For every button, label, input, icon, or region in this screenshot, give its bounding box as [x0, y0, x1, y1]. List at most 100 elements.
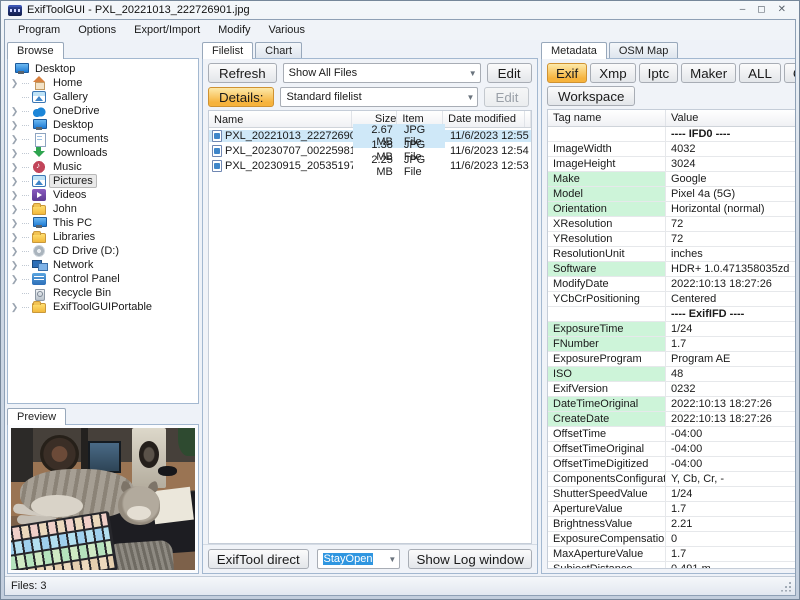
metadata-row[interactable]: Model Pixel 4a (5G)	[548, 187, 795, 202]
exiftool-direct-button[interactable]: ExifTool direct	[208, 549, 309, 569]
tree-item-home[interactable]: ❯ Home	[10, 76, 198, 90]
metadata-row[interactable]: OffsetTime -04:00	[548, 427, 795, 442]
tab-preview[interactable]: Preview	[7, 408, 67, 425]
metadata-row[interactable]: Orientation Horizontal (normal)	[548, 202, 795, 217]
metadata-row[interactable]: ApertureValue 1.7	[548, 502, 795, 517]
metadata-row[interactable]: YCbCrPositioning Centered	[548, 292, 795, 307]
chevron-right-icon[interactable]: ❯	[10, 274, 19, 285]
tree-item-control-panel[interactable]: ❯ Control Panel	[10, 272, 198, 286]
tab-chart[interactable]: Chart	[255, 42, 303, 59]
metadata-filter-xmp[interactable]: Xmp	[590, 63, 636, 83]
metadata-row[interactable]: SubjectDistance0.491 m	[548, 562, 795, 568]
column-value[interactable]: Value	[666, 110, 795, 126]
metadata-filter-all[interactable]: ALL	[739, 63, 781, 83]
metadata-row[interactable]: ComponentsConfigurationY, Cb, Cr, -	[548, 472, 795, 487]
tree-item-music[interactable]: ❯ Music	[10, 160, 198, 174]
tree-item-network[interactable]: ❯ Network	[10, 258, 198, 272]
metadata-row[interactable]: ResolutionUnit inches	[548, 247, 795, 262]
tab-metadata[interactable]: Metadata	[541, 42, 607, 59]
metadata-row[interactable]: ImageWidth 4032	[548, 142, 795, 157]
chevron-right-icon[interactable]: ❯	[10, 190, 19, 201]
metadata-row[interactable]: FNumber 1.7	[548, 337, 795, 352]
tree-item-videos[interactable]: ❯ Videos	[10, 188, 198, 202]
metadata-row[interactable]: ---- IFD0 ----	[548, 127, 795, 142]
tree-item-libraries[interactable]: ❯ Libraries	[10, 230, 198, 244]
chevron-right-icon[interactable]: ❯	[10, 218, 19, 229]
metadata-filter-exif[interactable]: Exif	[547, 63, 588, 83]
tree-item-john[interactable]: ❯ John	[10, 202, 198, 216]
file-filter-combo[interactable]: Show All Files ▼	[282, 63, 481, 83]
menu-item-program[interactable]: Program	[9, 21, 69, 39]
metadata-row[interactable]: ExposureTime 1/24	[548, 322, 795, 337]
chevron-right-icon[interactable]: ❯	[10, 120, 19, 131]
tree-item-gallery[interactable]: Gallery	[10, 90, 198, 104]
chevron-right-icon[interactable]: ❯	[10, 134, 19, 145]
show-log-button[interactable]: Show Log window	[408, 549, 532, 569]
details-button[interactable]: Details:	[208, 87, 275, 107]
metadata-row[interactable]: ShutterSpeedValue 1/24	[548, 487, 795, 502]
column-tag-name[interactable]: Tag name	[548, 110, 666, 126]
tree-item-recycle-bin[interactable]: Recycle Bin	[10, 286, 198, 301]
chevron-right-icon[interactable]: ❯	[10, 246, 19, 257]
tree-item-onedrive[interactable]: ❯ OneDrive	[10, 104, 198, 118]
tree-item-this-pc[interactable]: ❯ This PC	[10, 216, 198, 230]
metadata-row[interactable]: ImageHeight 3024	[548, 157, 795, 172]
metadata-row[interactable]: ExposureProgram Program AE	[548, 352, 795, 367]
metadata-row[interactable]: Software HDR+ 1.0.471358035zd	[548, 262, 795, 277]
chevron-right-icon[interactable]: ❯	[10, 78, 19, 89]
tree-item-exiftoolguiportable[interactable]: ❯ ExifToolGUIPortable	[10, 300, 198, 314]
tree-item-desktop[interactable]: ❯ Desktop	[10, 118, 198, 132]
metadata-row[interactable]: CreateDate 2022:10:13 18:27:26	[548, 412, 795, 427]
tab-osm-map[interactable]: OSM Map	[608, 42, 679, 59]
titlebar[interactable]: ExifToolGUI - PXL_20221013_222726901.jpg…	[4, 1, 796, 19]
metadata-row[interactable]: Make Google	[548, 172, 795, 187]
chevron-right-icon[interactable]: ❯	[10, 148, 19, 159]
column-date-modified[interactable]: Date modified	[443, 111, 525, 127]
metadata-row[interactable]: OffsetTimeOriginal -04:00	[548, 442, 795, 457]
metadata-row[interactable]: YResolution 72	[548, 232, 795, 247]
metadata-row[interactable]: ---- ExifIFD ----	[548, 307, 795, 322]
edit-filter-button[interactable]: Edit	[486, 63, 532, 83]
chevron-right-icon[interactable]: ❯	[10, 176, 19, 187]
column-name[interactable]: Name	[209, 111, 352, 127]
tab-browse[interactable]: Browse	[7, 42, 64, 59]
metadata-filter-iptc[interactable]: Iptc	[638, 63, 679, 83]
menu-item-options[interactable]: Options	[69, 21, 125, 39]
tree-item-documents[interactable]: ❯ Documents	[10, 132, 198, 147]
edit-preset-button[interactable]: Edit	[484, 87, 530, 107]
metadata-row[interactable]: MaxApertureValue 1.7	[548, 547, 795, 562]
metadata-row[interactable]: DateTimeOriginal 2022:10:13 18:27:26	[548, 397, 795, 412]
chevron-right-icon[interactable]: ❯	[10, 162, 19, 173]
menu-item-modify[interactable]: Modify	[209, 21, 259, 39]
metadata-row[interactable]: ModifyDate 2022:10:13 18:27:26	[548, 277, 795, 292]
file-row[interactable]: PXL_20230915_205351978 2.25 MB JPG File 11/…	[209, 154, 531, 178]
metadata-row[interactable]: OffsetTimeDigitized -04:00	[548, 457, 795, 472]
chevron-right-icon[interactable]: ❯	[10, 204, 19, 215]
metadata-row[interactable]: ExposureCompensation 0	[548, 532, 795, 547]
tree-item-downloads[interactable]: ❯ Downloads	[10, 146, 198, 160]
resize-grip-icon[interactable]	[780, 580, 791, 592]
close-icon[interactable]: ✕	[778, 5, 786, 15]
workspace-button[interactable]: Workspace	[547, 86, 636, 106]
tree-item-cd-drive-d-[interactable]: ❯ CD Drive (D:)	[10, 244, 198, 258]
metadata-row[interactable]: ExifVersion 0232	[548, 382, 795, 397]
chevron-right-icon[interactable]: ❯	[10, 302, 19, 313]
tab-filelist[interactable]: Filelist	[202, 42, 254, 59]
metadata-row[interactable]: BrightnessValue 2.21	[548, 517, 795, 532]
metadata-filter-maker[interactable]: Maker	[681, 63, 737, 83]
stayopen-combo[interactable]: StayOpen ▼	[316, 549, 401, 569]
chevron-right-icon[interactable]: ❯	[10, 232, 19, 243]
minimize-icon[interactable]: –	[740, 5, 746, 15]
menu-item-export-import[interactable]: Export/Import	[125, 21, 209, 39]
tree-item-desktop[interactable]: Desktop	[10, 62, 198, 76]
menu-item-various[interactable]: Various	[260, 21, 314, 39]
metadata-table-header[interactable]: Tag name Value	[548, 110, 795, 127]
chevron-right-icon[interactable]: ❯	[10, 260, 19, 271]
refresh-button[interactable]: Refresh	[208, 63, 277, 83]
metadata-filter-custom[interactable]: Custom	[783, 63, 795, 83]
chevron-right-icon[interactable]: ❯	[10, 106, 19, 117]
tree-item-pictures[interactable]: ❯ Pictures	[10, 174, 198, 188]
metadata-row[interactable]: ISO 48	[548, 367, 795, 382]
metadata-row[interactable]: XResolution 72	[548, 217, 795, 232]
maximize-icon[interactable]: ◻	[757, 5, 765, 15]
